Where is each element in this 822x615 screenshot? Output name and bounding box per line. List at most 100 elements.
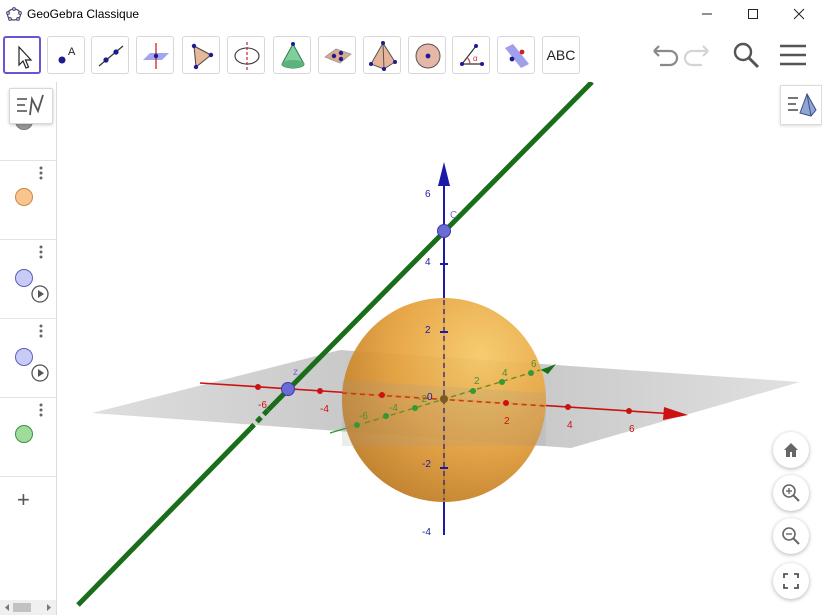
svg-text:A: A: [68, 46, 76, 58]
y-tick-label: 2: [474, 376, 480, 387]
cone-tool[interactable]: [273, 36, 311, 74]
scroll-left-icon[interactable]: [2, 600, 12, 615]
visibility-toggle[interactable]: [15, 188, 33, 206]
point-icon: A: [58, 46, 76, 64]
graphics-3d-style-icon: [788, 92, 817, 117]
close-button[interactable]: [776, 0, 822, 28]
text-tool[interactable]: ABC: [542, 36, 580, 74]
window-title: GeoGebra Classique: [27, 7, 140, 21]
angle-icon: α: [460, 44, 484, 66]
menu-button[interactable]: [776, 38, 812, 74]
z-tick-label: 0: [427, 392, 433, 403]
redo-button[interactable]: [682, 38, 718, 74]
angle-tool[interactable]: α: [452, 36, 490, 74]
point-c[interactable]: [437, 224, 451, 238]
svg-text:α: α: [473, 54, 478, 63]
z-tick-label: -2: [422, 459, 431, 470]
scroll-right-icon[interactable]: [44, 600, 54, 615]
sphere-icon: [415, 43, 441, 69]
plane-tool[interactable]: [318, 36, 356, 74]
pyramid-tool[interactable]: [363, 36, 401, 74]
point-c-label: C: [450, 210, 457, 221]
cursor-arrow-icon: [18, 45, 33, 69]
more-options-icon[interactable]: [39, 324, 43, 338]
scroll-thumb[interactable]: [13, 603, 31, 612]
search-icon: [733, 42, 760, 69]
text-tool-label: ABC: [546, 47, 576, 63]
algebra-view: +: [0, 82, 57, 615]
point-z-label: z: [293, 367, 298, 378]
scene-3d[interactable]: 6 4 2 0 -2 -4 -6 -4 2 4 6 -6 -4 -2 2 4 6: [57, 82, 822, 615]
search-button[interactable]: [728, 38, 764, 74]
minimize-button[interactable]: [684, 0, 730, 28]
circle-tool[interactable]: [227, 36, 265, 74]
more-options-icon[interactable]: [39, 403, 43, 417]
zoom-out-icon: [782, 527, 800, 545]
z-tick-label: 6: [425, 189, 431, 200]
polygon-tool[interactable]: [182, 36, 220, 74]
z-axis-arrow: [438, 162, 450, 186]
list-item[interactable]: [0, 160, 56, 240]
y-tick-label: 4: [502, 368, 508, 379]
list-item[interactable]: [0, 239, 56, 319]
home-icon: [784, 443, 798, 457]
title-bar: GeoGebra Classique: [0, 0, 822, 28]
zoom-in-button[interactable]: [773, 475, 809, 511]
x-tick-label: -4: [320, 404, 329, 415]
undo-button[interactable]: [644, 38, 680, 74]
x-tick-label: 4: [567, 420, 573, 431]
origin-point: [440, 395, 448, 403]
fullscreen-button[interactable]: [773, 563, 809, 599]
menu-icon: [780, 44, 806, 66]
circle-axis-icon: [234, 42, 260, 70]
point-tool[interactable]: A: [47, 36, 85, 74]
move-tool[interactable]: [3, 36, 41, 74]
cone-icon: [281, 42, 305, 69]
perpendicular-line-icon: [143, 43, 169, 69]
home-button[interactable]: [773, 432, 809, 468]
y-tick-label: 6: [531, 359, 537, 370]
pyramid-icon: [369, 41, 397, 71]
point-z[interactable]: [281, 382, 295, 396]
sphere-tool[interactable]: [408, 36, 446, 74]
close-icon: [793, 8, 805, 20]
style-bar-toggle[interactable]: [780, 85, 822, 125]
toolbar: A α ABC: [0, 28, 822, 83]
play-icon[interactable]: [31, 285, 49, 303]
list-item[interactable]: [0, 397, 56, 477]
z-tick-label: 4: [425, 257, 431, 268]
more-options-icon[interactable]: [39, 245, 43, 259]
undo-icon: [653, 45, 679, 67]
add-input-button[interactable]: +: [17, 487, 30, 513]
line-icon: [98, 45, 124, 67]
plane-icon: [324, 48, 352, 64]
zoom-in-icon: [782, 484, 800, 502]
z-tick-label: -4: [422, 527, 431, 538]
maximize-button[interactable]: [730, 0, 776, 28]
more-options-icon[interactable]: [39, 166, 43, 180]
list-item[interactable]: [0, 318, 56, 398]
fullscreen-icon: [783, 573, 799, 589]
line-path-lower[interactable]: [76, 427, 252, 607]
play-icon[interactable]: [31, 364, 49, 382]
line-tool[interactable]: [91, 36, 129, 74]
visibility-toggle[interactable]: [15, 425, 33, 443]
reflect-icon: [505, 44, 529, 68]
maximize-icon: [748, 9, 758, 19]
x-tick-label: 6: [629, 424, 635, 435]
redo-icon: [683, 45, 709, 67]
y-tick-label: -4: [389, 403, 398, 414]
algebra-view-icon: [17, 94, 44, 116]
y-tick-label: -2: [418, 394, 427, 405]
zoom-out-button[interactable]: [773, 518, 809, 554]
minimize-icon: [702, 13, 712, 15]
reflect-tool[interactable]: [497, 36, 535, 74]
y-tick-label: -6: [359, 411, 368, 422]
algebra-toggle-button[interactable]: [9, 88, 53, 124]
perpendicular-line-tool[interactable]: [136, 36, 174, 74]
z-tick-label: 2: [425, 325, 431, 336]
geogebra-logo-icon: [6, 7, 22, 21]
graphics-3d-view[interactable]: 6 4 2 0 -2 -4 -6 -4 2 4 6 -6 -4 -2 2 4 6: [57, 82, 822, 615]
horizontal-scrollbar[interactable]: [0, 600, 56, 615]
polygon-icon: [191, 43, 214, 70]
